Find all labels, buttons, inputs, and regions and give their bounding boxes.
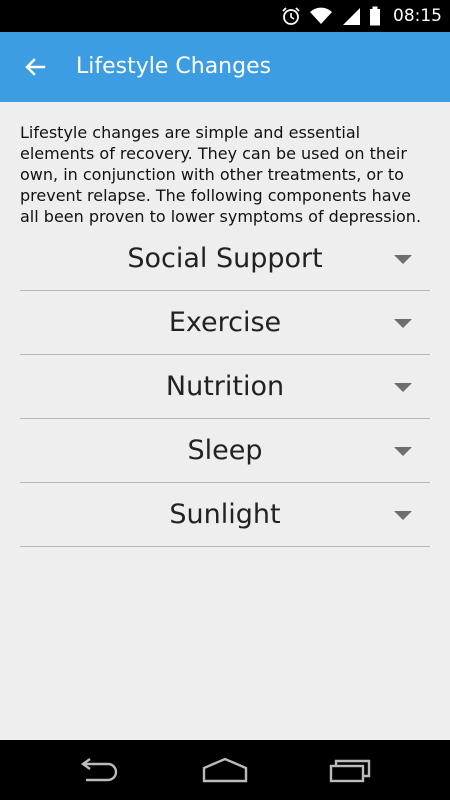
lifestyle-sections-list: Social Support Exercise Nutrition Sleep … [20, 227, 430, 547]
arrow-left-icon [25, 58, 46, 76]
section-nutrition[interactable]: Nutrition [20, 355, 430, 419]
app-bar: Lifestyle Changes [0, 32, 450, 102]
status-icons: 08:15 [281, 0, 442, 32]
back-nav-icon [80, 758, 118, 782]
chevron-down-icon [394, 383, 412, 392]
recents-nav-icon [329, 759, 371, 783]
section-social-support[interactable]: Social Support [20, 227, 430, 291]
section-label: Exercise [168, 307, 282, 338]
system-nav-bar [0, 740, 450, 800]
chevron-down-icon [394, 447, 412, 456]
intro-text: Lifestyle changes are simple and essenti… [20, 123, 422, 226]
section-label: Nutrition [165, 371, 285, 402]
chevron-down-icon [394, 511, 412, 520]
wifi-icon [310, 7, 332, 24]
status-time: 08:15 [393, 6, 442, 26]
section-label: Sleep [187, 435, 263, 466]
section-label: Social Support [127, 243, 323, 274]
nav-home-button[interactable] [195, 750, 255, 790]
home-nav-icon [202, 757, 248, 783]
battery-icon [370, 6, 380, 26]
back-button[interactable] [14, 46, 56, 88]
page-title: Lifestyle Changes [76, 54, 272, 79]
chevron-down-icon [394, 255, 412, 264]
nav-back-button[interactable] [70, 750, 130, 790]
signal-icon [343, 8, 360, 25]
chevron-down-icon [394, 319, 412, 328]
nav-recents-button[interactable] [320, 750, 380, 790]
alarm-icon [282, 7, 300, 25]
section-sleep[interactable]: Sleep [20, 419, 430, 483]
section-sunlight[interactable]: Sunlight [20, 483, 430, 547]
section-exercise[interactable]: Exercise [20, 291, 430, 355]
section-label: Sunlight [169, 499, 281, 530]
status-bar: 08:15 [0, 0, 450, 32]
